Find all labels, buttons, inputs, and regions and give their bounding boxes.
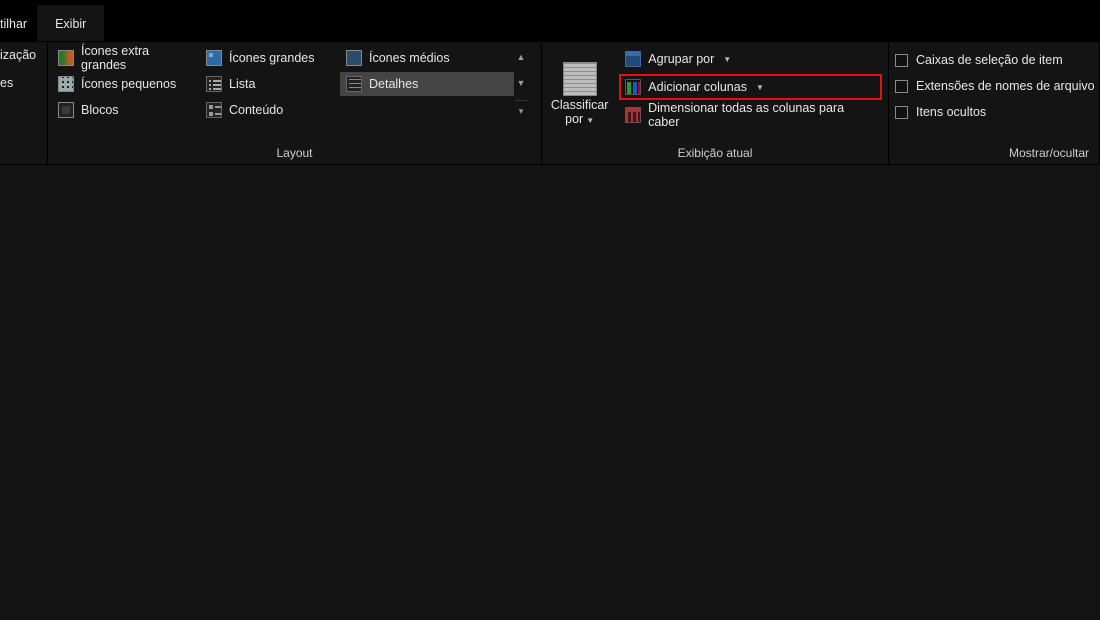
group-layout: Ícones extra grandes Ícones grandes Ícon… [48, 42, 542, 164]
extra-large-icons-icon [58, 50, 74, 66]
layout-scroll-down[interactable]: ▼ [515, 74, 527, 92]
label: Lista [229, 77, 255, 91]
label: Dimensionar todas as colunas para caber [648, 101, 876, 129]
panes-fragment-1[interactable]: ização [0, 48, 43, 62]
sort-by-label-2: por [565, 112, 583, 126]
label: Ícones grandes [229, 51, 314, 65]
layout-expand-gallery[interactable]: ▾ [515, 100, 527, 122]
checkbox-icon [895, 106, 908, 119]
list-icon [206, 76, 222, 92]
tiles-icon [58, 102, 74, 118]
checkbox-icon [895, 54, 908, 67]
large-icons-icon [206, 50, 222, 66]
label: Adicionar colunas [648, 80, 747, 94]
size-all-columns-button[interactable]: Dimensionar todas as colunas para caber [619, 102, 882, 128]
label: Conteúdo [229, 103, 283, 117]
checkbox-file-extensions[interactable]: Extensões de nomes de arquivo [895, 74, 1099, 98]
group-by-icon [625, 51, 641, 67]
view-small-icons[interactable]: Ícones pequenos [52, 72, 200, 96]
content-icon [206, 102, 222, 118]
label: Caixas de seleção de item [916, 53, 1063, 67]
ribbon: ização es Ícones extra grandes Ícones gr… [0, 42, 1100, 165]
ribbon-tabstrip: tilhar Exibir [0, 0, 1100, 42]
sort-icon [563, 62, 597, 96]
size-columns-icon [625, 107, 641, 123]
layout-gallery-scroll: ▲ ▼ ▾ [514, 46, 528, 124]
chevron-down-icon: ▼ [756, 83, 764, 92]
sort-by-label-1: Classificar [551, 98, 609, 112]
label: Detalhes [369, 77, 418, 91]
checkbox-icon [895, 80, 908, 93]
group-current-view-label: Exibição atual [542, 142, 888, 164]
medium-icons-icon [346, 50, 362, 66]
group-layout-label: Layout [48, 142, 541, 164]
group-show-hide-label: Mostrar/ocultar [889, 142, 1099, 164]
view-list[interactable]: Lista [200, 72, 340, 96]
label: Itens ocultos [916, 105, 986, 119]
tab-compartilhar-fragment[interactable]: tilhar [0, 5, 37, 41]
label: Ícones pequenos [81, 77, 176, 91]
view-extra-large-icons[interactable]: Ícones extra grandes [52, 46, 200, 70]
group-panes-label [0, 142, 47, 164]
sort-by-button[interactable]: Classificar por▼ [548, 46, 611, 142]
details-icon [346, 76, 362, 92]
group-current-view: Classificar por▼ Agrupar por ▼ Adicionar… [542, 42, 889, 164]
group-show-hide: Caixas de seleção de item Extensões de n… [889, 42, 1100, 164]
label: Ícones extra grandes [81, 44, 194, 72]
view-content[interactable]: Conteúdo [200, 98, 340, 122]
content-area[interactable] [0, 165, 1100, 620]
label: Ícones médios [369, 51, 450, 65]
view-details[interactable]: Detalhes [340, 72, 514, 96]
label: Blocos [81, 103, 119, 117]
add-columns-icon [625, 79, 641, 95]
view-medium-icons[interactable]: Ícones médios [340, 46, 514, 70]
group-by-button[interactable]: Agrupar por ▼ [619, 46, 882, 72]
chevron-down-icon: ▼ [723, 55, 731, 64]
chevron-down-icon: ▼ [586, 116, 594, 125]
layout-scroll-up[interactable]: ▲ [515, 48, 527, 66]
view-large-icons[interactable]: Ícones grandes [200, 46, 340, 70]
group-panes: ização es [0, 42, 48, 164]
view-tiles[interactable]: Blocos [52, 98, 200, 122]
panes-fragment-2[interactable]: es [0, 76, 43, 90]
label: Agrupar por [648, 52, 714, 66]
label: Extensões de nomes de arquivo [916, 79, 1095, 93]
tab-exibir[interactable]: Exibir [37, 5, 104, 41]
checkbox-hidden-items[interactable]: Itens ocultos [895, 100, 1099, 124]
add-columns-button[interactable]: Adicionar colunas ▼ [619, 74, 882, 100]
checkbox-item-checkboxes[interactable]: Caixas de seleção de item [895, 48, 1099, 72]
small-icons-icon [58, 76, 74, 92]
